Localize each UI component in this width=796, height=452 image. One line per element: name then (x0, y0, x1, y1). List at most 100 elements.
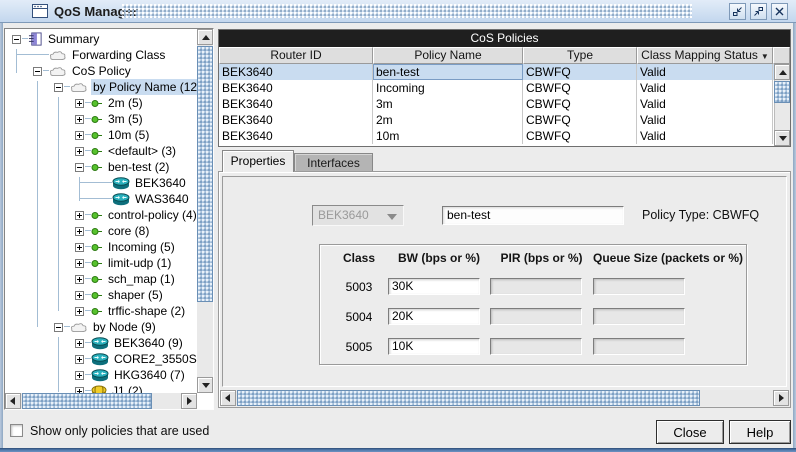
policy-row[interactable]: BEK364010mCBWFQValid (219, 128, 774, 144)
tree-item-label: 10m (5) (106, 127, 151, 143)
tree-item[interactable]: by Policy Name (12 (5, 79, 197, 95)
tree-vertical-scrollbar[interactable] (197, 29, 213, 393)
policy-row[interactable]: BEK3640IncomingCBWFQValid (219, 80, 774, 96)
collapse-icon[interactable] (53, 83, 64, 92)
expand-icon[interactable] (74, 211, 85, 220)
tree-item[interactable]: <default> (3) (5, 143, 197, 159)
table-cell: ben-test (373, 64, 523, 80)
scroll-down-icon[interactable] (774, 130, 790, 146)
collapse-icon[interactable] (74, 163, 85, 172)
show-used-checkbox[interactable] (10, 424, 23, 437)
tree-item[interactable]: control-policy (4) (5, 207, 197, 223)
column-header[interactable]: Type (523, 47, 637, 64)
scroll-right-icon[interactable] (773, 390, 789, 406)
policy-row[interactable]: BEK36402mCBWFQValid (219, 112, 774, 128)
tab-interfaces[interactable]: Interfaces (294, 153, 373, 172)
tree-item-label: CoS Policy (70, 63, 133, 79)
queue-input[interactable] (593, 308, 685, 325)
column-header[interactable]: Class Mapping Status▼ (637, 47, 773, 64)
titlebar[interactable]: QoS Manager (0, 0, 796, 23)
queue-input[interactable] (593, 338, 685, 355)
collapse-icon[interactable] (11, 35, 22, 44)
cloud-icon (49, 50, 67, 61)
tree-item[interactable]: HKG3640 (7) (5, 367, 197, 383)
policy-row[interactable]: BEK3640ben-testCBWFQValid (219, 64, 774, 80)
tree-item[interactable]: shaper (5) (5, 287, 197, 303)
policy-name-input[interactable]: ben-test (442, 206, 624, 225)
close-button[interactable]: Close (656, 420, 724, 444)
column-header[interactable]: Router ID (219, 47, 373, 64)
bw-input[interactable]: 10K (388, 338, 480, 355)
expand-icon[interactable] (74, 99, 85, 108)
expand-icon[interactable] (74, 115, 85, 124)
router-select[interactable]: BEK3640 (312, 205, 404, 226)
scroll-left-icon[interactable] (5, 393, 21, 409)
bw-input[interactable]: 20K (388, 308, 480, 325)
expand-icon[interactable] (74, 339, 85, 348)
tree-connector-line (79, 175, 106, 191)
expand-icon[interactable] (74, 227, 85, 236)
help-button[interactable]: Help (729, 420, 791, 444)
table-vertical-scrollbar[interactable] (774, 64, 790, 146)
tree-item[interactable]: Incoming (5) (5, 239, 197, 255)
tree-item[interactable]: trffic-shape (2) (5, 303, 197, 319)
scrollbar-thumb[interactable] (237, 390, 700, 406)
expand-icon[interactable] (74, 243, 85, 252)
filter-dropdown-icon[interactable]: ▼ (761, 52, 769, 61)
pir-input[interactable] (490, 338, 582, 355)
tree-item[interactable]: core (8) (5, 223, 197, 239)
scroll-right-icon[interactable] (181, 393, 197, 409)
class-id-label: 5004 (330, 310, 388, 324)
tree-item[interactable]: WAS3640 (5, 191, 197, 207)
tree-item[interactable]: CoS Policy (5, 63, 197, 79)
tree-item[interactable]: 10m (5) (5, 127, 197, 143)
collapse-icon[interactable] (32, 67, 43, 76)
tree-item[interactable]: by Node (9) (5, 319, 197, 335)
tree-item[interactable]: J1 (2) (5, 383, 197, 393)
pir-input[interactable] (490, 278, 582, 295)
tree-horizontal-scrollbar[interactable] (5, 393, 197, 409)
expand-icon[interactable] (74, 371, 85, 380)
expand-icon[interactable] (74, 355, 85, 364)
tree-item[interactable]: CORE2_3550S (5, 351, 197, 367)
tree-item[interactable]: Forwarding Class (5, 47, 197, 63)
table-cell: BEK3640 (219, 128, 373, 144)
expand-icon[interactable] (74, 131, 85, 140)
tree-item[interactable]: 3m (5) (5, 111, 197, 127)
expand-icon[interactable] (74, 291, 85, 300)
pir-input[interactable] (490, 308, 582, 325)
tree-item[interactable]: BEK3640 (5, 175, 197, 191)
queue-input[interactable] (593, 278, 685, 295)
scrollbar-thumb[interactable] (774, 81, 790, 103)
table-cell: BEK3640 (219, 96, 373, 112)
tree-item[interactable]: ben-test (2) (5, 159, 197, 175)
scroll-up-icon[interactable] (774, 64, 790, 80)
tree-item[interactable]: limit-udp (1) (5, 255, 197, 271)
tree-item[interactable]: Summary (5, 31, 197, 47)
table-cell: Incoming (373, 80, 523, 96)
scrollbar-thumb[interactable] (197, 46, 213, 302)
policy-row[interactable]: BEK36403mCBWFQValid (219, 96, 774, 112)
expand-icon[interactable] (74, 259, 85, 268)
tree-item[interactable]: sch_map (1) (5, 271, 197, 287)
maximize-icon[interactable] (750, 3, 767, 20)
scroll-up-icon[interactable] (197, 29, 213, 45)
bw-input[interactable]: 30K (388, 278, 480, 295)
tree-item[interactable]: 2m (5) (5, 95, 197, 111)
minimize-icon[interactable] (729, 3, 746, 20)
tree-panel: SummaryForwarding ClassCoS Policyby Poli… (4, 28, 214, 410)
expand-icon[interactable] (74, 147, 85, 156)
tab-properties[interactable]: Properties (222, 150, 294, 172)
green-dot-icon (91, 131, 103, 140)
scroll-down-icon[interactable] (197, 377, 213, 393)
scroll-left-icon[interactable] (220, 390, 236, 406)
properties-horizontal-scrollbar[interactable] (220, 390, 789, 406)
table-cell: 10m (373, 128, 523, 144)
close-window-icon[interactable] (771, 3, 788, 20)
collapse-icon[interactable] (53, 323, 64, 332)
expand-icon[interactable] (74, 275, 85, 284)
scrollbar-thumb[interactable] (22, 393, 152, 409)
expand-icon[interactable] (74, 307, 85, 316)
column-header[interactable]: Policy Name (373, 47, 523, 64)
tree-item[interactable]: BEK3640 (9) (5, 335, 197, 351)
